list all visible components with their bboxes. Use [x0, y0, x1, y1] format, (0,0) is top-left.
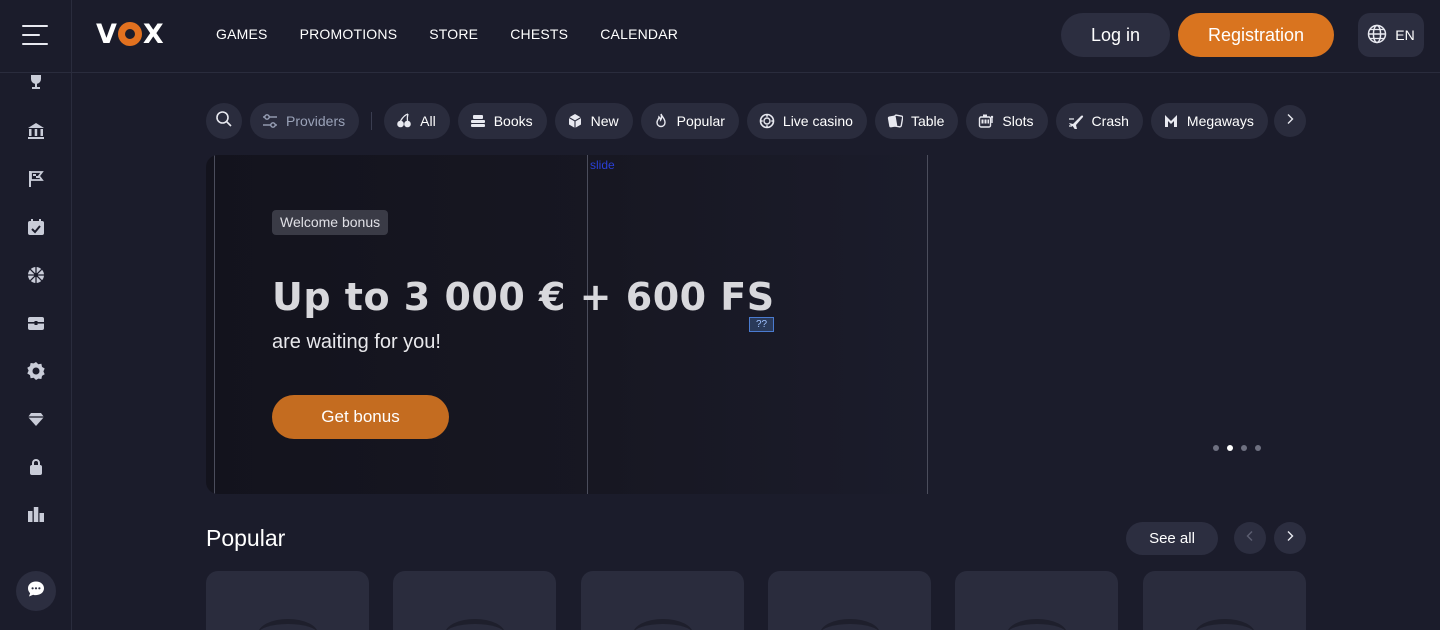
- placeholder-logo-icon: [258, 619, 318, 630]
- banner-background: [206, 155, 926, 494]
- slider-dots: [1213, 445, 1261, 451]
- language-selector[interactable]: EN: [1358, 13, 1424, 57]
- game-card[interactable]: [955, 571, 1118, 630]
- header-divider: [71, 0, 72, 73]
- globe-icon: [1367, 24, 1387, 47]
- chip-icon: [759, 113, 775, 129]
- filter-slots[interactable]: Slots: [966, 103, 1048, 139]
- filter-popular[interactable]: Popular: [640, 103, 739, 139]
- filter-label: All: [420, 113, 436, 129]
- chest-icon[interactable]: [25, 312, 47, 334]
- filter-label: Crash: [1091, 113, 1129, 129]
- game-card[interactable]: [206, 571, 369, 630]
- placeholder-logo-icon: [1195, 619, 1255, 630]
- filter-label: New: [590, 113, 619, 129]
- registration-button[interactable]: Registration: [1178, 13, 1334, 57]
- filter-megaways[interactable]: Megaways: [1150, 103, 1268, 139]
- slider-dot[interactable]: [1255, 445, 1261, 451]
- filter-label: Slots: [1002, 113, 1034, 129]
- bank-icon[interactable]: [25, 120, 47, 142]
- game-card[interactable]: [1143, 571, 1306, 630]
- filter-label: Table: [910, 113, 945, 129]
- nav-games[interactable]: GAMES: [216, 26, 268, 42]
- cards-icon: [887, 113, 903, 129]
- books-icon: [470, 113, 486, 129]
- sliders-icon: [262, 113, 278, 129]
- slot-icon: [978, 113, 994, 129]
- nav-store[interactable]: STORE: [429, 26, 478, 42]
- slider-dot[interactable]: [1213, 445, 1219, 451]
- get-bonus-button[interactable]: Get bonus: [272, 395, 449, 439]
- filters-next-button[interactable]: [1273, 105, 1306, 137]
- cherries-icon: [396, 113, 412, 129]
- game-card[interactable]: [393, 571, 556, 630]
- placeholder-logo-icon: [1007, 619, 1067, 630]
- sidebar: [0, 73, 72, 630]
- filter-table[interactable]: Table: [874, 103, 959, 139]
- placeholder-logo-icon: [633, 619, 693, 630]
- chevron-right-icon: [1284, 112, 1296, 130]
- popular-title: Popular: [206, 525, 286, 551]
- flags-icon[interactable]: [25, 168, 47, 190]
- trophy-icon[interactable]: [25, 71, 47, 93]
- broken-image-icon: ??: [749, 317, 774, 332]
- filter-books[interactable]: Books: [457, 103, 547, 139]
- lock-icon[interactable]: [25, 456, 47, 478]
- chevron-right-icon: [1284, 529, 1296, 547]
- fire-icon: [653, 113, 669, 129]
- logo-text: VX: [96, 19, 164, 50]
- wheel-icon[interactable]: [25, 264, 47, 286]
- slider-dot[interactable]: [1241, 445, 1247, 451]
- banner-badge: Welcome bonus: [272, 210, 389, 235]
- game-card[interactable]: [768, 571, 931, 630]
- leaderboard-icon[interactable]: [25, 504, 47, 526]
- search-button[interactable]: [206, 103, 242, 139]
- banner-subtitle: are waiting for you!: [272, 331, 441, 353]
- filter-divider: [371, 112, 373, 130]
- category-filters: Providers All Books New Popular Live cas…: [206, 103, 1306, 139]
- filter-label: Live casino: [782, 113, 853, 129]
- language-code: EN: [1395, 27, 1415, 43]
- slide-label: slide: [590, 158, 615, 172]
- filter-all[interactable]: All: [384, 103, 450, 139]
- megaways-icon: [1163, 113, 1179, 129]
- main-nav: GAMES PROMOTIONS STORE CHESTS CALENDAR: [216, 26, 678, 42]
- dice-icon: [567, 113, 583, 129]
- chat-icon: [26, 579, 46, 604]
- nav-calendar[interactable]: CALENDAR: [600, 26, 678, 42]
- slide-divider: [214, 155, 215, 494]
- nav-chests[interactable]: CHESTS: [510, 26, 568, 42]
- nav-promotions[interactable]: PROMOTIONS: [300, 26, 398, 42]
- promo-banner: slide Welcome bonus Up to 3 000 € + 600 …: [206, 155, 1293, 494]
- filter-new[interactable]: New: [554, 103, 633, 139]
- popular-next-button[interactable]: [1274, 522, 1306, 554]
- login-button[interactable]: Log in: [1061, 13, 1170, 57]
- slide-divider: [587, 155, 588, 494]
- menu-icon[interactable]: [22, 24, 50, 48]
- chevron-left-icon: [1244, 529, 1256, 547]
- badge-icon[interactable]: [25, 360, 47, 382]
- filter-label: Megaways: [1186, 113, 1254, 129]
- providers-filter[interactable]: Providers: [250, 103, 360, 139]
- filter-label: Popular: [676, 113, 725, 129]
- banner-title: Up to 3 000 € + 600 FS: [272, 275, 775, 319]
- providers-label: Providers: [286, 113, 346, 129]
- see-all-button[interactable]: See all: [1126, 522, 1218, 555]
- header: VX GAMES PROMOTIONS STORE CHESTS CALENDA…: [0, 0, 1440, 73]
- game-card[interactable]: [581, 571, 744, 630]
- slider-dot-active[interactable]: [1227, 445, 1233, 451]
- placeholder-logo-icon: [820, 619, 880, 630]
- placeholder-logo-icon: [445, 619, 505, 630]
- diamond-icon[interactable]: [25, 408, 47, 430]
- logo[interactable]: VX: [96, 20, 164, 50]
- plane-icon: [1068, 113, 1084, 129]
- calendar-icon[interactable]: [25, 216, 47, 238]
- filter-label: Books: [493, 113, 533, 129]
- filter-live-casino[interactable]: Live casino: [746, 103, 867, 139]
- slide-divider: [927, 155, 928, 494]
- chat-button[interactable]: [16, 571, 56, 611]
- search-icon: [215, 110, 233, 133]
- filter-crash[interactable]: Crash: [1055, 103, 1143, 139]
- popular-prev-button[interactable]: [1234, 522, 1266, 554]
